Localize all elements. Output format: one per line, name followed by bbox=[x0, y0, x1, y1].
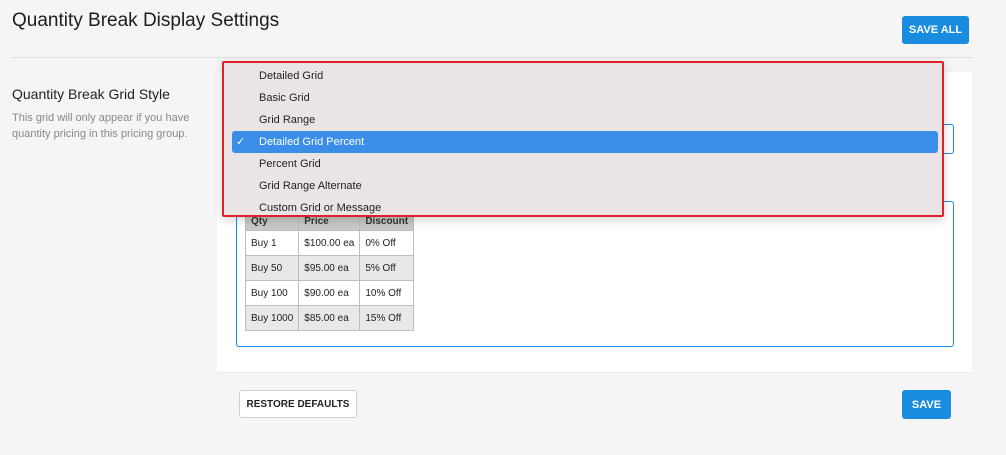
table-cell: $95.00 ea bbox=[298, 255, 361, 281]
dropdown-option-detailed-grid[interactable]: Detailed Grid bbox=[232, 65, 938, 87]
page-title: Quantity Break Display Settings bbox=[12, 10, 280, 31]
table-row: Buy 100 $90.00 ea 10% Off bbox=[244, 280, 415, 306]
table-cell: 10% Off bbox=[359, 280, 415, 306]
option-label: Detailed Grid Percent bbox=[259, 136, 365, 148]
table-row: Buy 50 $95.00 ea 5% Off bbox=[244, 255, 415, 281]
table-cell: 5% Off bbox=[359, 255, 415, 281]
save-all-button[interactable]: SAVE ALL bbox=[902, 16, 969, 44]
table-cell: $90.00 ea bbox=[298, 280, 361, 306]
dropdown-option-basic-grid[interactable]: Basic Grid bbox=[232, 87, 938, 109]
option-label: Custom Grid or Message bbox=[259, 202, 382, 214]
table-row: Buy 1000 $85.00 ea 15% Off bbox=[244, 305, 415, 331]
checkmark-icon: ✓ bbox=[236, 136, 246, 148]
table-cell: $85.00 ea bbox=[298, 305, 361, 331]
section-label: Quantity Break Grid Style bbox=[12, 86, 170, 102]
table-cell: Buy 1 bbox=[244, 230, 300, 256]
option-label: Grid Range bbox=[259, 114, 316, 126]
option-label: Detailed Grid bbox=[259, 70, 324, 82]
grid-preview: Qty Price Discount Buy 1 $100.00 ea 0% O… bbox=[236, 201, 954, 347]
table-cell: Buy 1000 bbox=[244, 305, 300, 331]
table-cell: Buy 100 bbox=[244, 280, 300, 306]
dropdown-options: Detailed Grid Basic Grid Grid Range ✓ Det… bbox=[224, 63, 942, 219]
save-button[interactable]: SAVE bbox=[902, 390, 951, 419]
table-cell: Buy 50 bbox=[244, 255, 300, 281]
dropdown-option-grid-range-alternate[interactable]: Grid Range Alternate bbox=[232, 175, 938, 197]
section-description: This grid will only appear if you have q… bbox=[12, 112, 190, 140]
table-row: Buy 1 $100.00 ea 0% Off bbox=[244, 230, 415, 256]
header-divider bbox=[12, 57, 972, 58]
dropdown-option-grid-range[interactable]: Grid Range bbox=[232, 109, 938, 131]
option-label: Grid Range Alternate bbox=[259, 180, 362, 192]
grid-style-dropdown: Detailed Grid Basic Grid Grid Range ✓ Det… bbox=[222, 61, 944, 217]
table-cell: 15% Off bbox=[359, 305, 415, 331]
dropdown-option-custom-grid[interactable]: Custom Grid or Message bbox=[232, 197, 938, 219]
option-label: Basic Grid bbox=[259, 92, 310, 104]
dropdown-option-percent-grid[interactable]: Percent Grid bbox=[232, 153, 938, 175]
table-cell: $100.00 ea bbox=[298, 230, 361, 256]
option-label: Percent Grid bbox=[259, 158, 321, 170]
dropdown-option-detailed-grid-percent[interactable]: ✓ Detailed Grid Percent bbox=[232, 131, 938, 153]
restore-defaults-button[interactable]: RESTORE DEFAULTS bbox=[239, 390, 357, 418]
quantity-break-table: Qty Price Discount Buy 1 $100.00 ea 0% O… bbox=[244, 212, 415, 331]
table-cell: 0% Off bbox=[359, 230, 415, 256]
